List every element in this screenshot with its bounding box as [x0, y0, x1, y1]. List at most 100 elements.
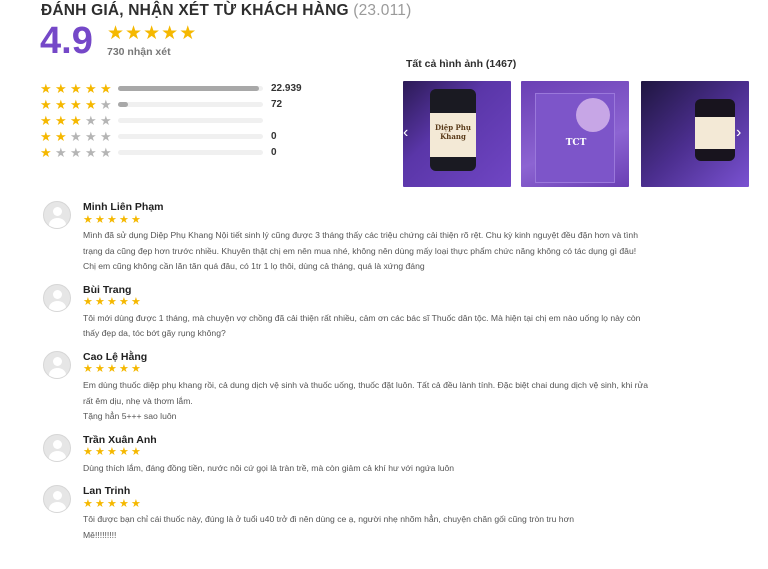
star-icon: ★: [95, 363, 105, 376]
star-icon: ★: [100, 96, 112, 112]
reviewer-name: Lan Trinh: [83, 485, 131, 498]
star-icon: ★: [55, 112, 67, 128]
reviewer-name: Trần Xuân Anh: [83, 433, 157, 446]
star-icon: ★: [70, 80, 82, 96]
review-stars: ★ ★ ★ ★ ★: [83, 297, 743, 309]
star-icon: ★: [131, 296, 141, 309]
avatar: [43, 485, 71, 514]
avatar: [43, 283, 71, 312]
star-icon: ★: [131, 446, 141, 459]
rating-bar-fill: [118, 101, 129, 107]
gallery-thumbnail[interactable]: Diệp Phụ Khang: [403, 81, 511, 187]
chevron-right-icon[interactable]: ›: [736, 125, 741, 141]
star-icon: ★: [119, 213, 129, 226]
rating-row-3[interactable]: ★ ★ ★ ★ ★: [40, 112, 320, 128]
star-icon: ★: [95, 296, 105, 309]
star-icon: ★: [85, 96, 97, 112]
review-text-line: Tôi mới dùng được 1 tháng, mà chuyện vợ …: [83, 312, 641, 323]
star-icon: ★: [70, 96, 82, 112]
product-box-text: TCT: [565, 138, 587, 148]
review-stars: ★ ★ ★ ★ ★: [83, 498, 743, 510]
reviews-heading-text: ĐÁNH GIÁ, NHẬN XÉT TỪ KHÁCH HÀNG: [41, 2, 349, 19]
star-icon: ★: [40, 80, 52, 96]
gallery-title[interactable]: Tất cả hình ảnh (1467): [406, 58, 516, 70]
star-icon: ★: [83, 296, 93, 309]
product-label: Diệp Phụ Khang: [430, 113, 476, 157]
review-text-line: Tặng hẳn 5+++ sao luôn: [83, 411, 177, 422]
avatar: [43, 433, 71, 462]
review-text: Tôi mới dùng được 1 tháng, mà chuyện vợ …: [83, 311, 743, 342]
star-icon: ★: [107, 446, 117, 459]
rating-row-5[interactable]: ★ ★ ★ ★ ★ 22.939: [40, 80, 320, 96]
star-icon: ★: [107, 23, 125, 44]
star-icon: ★: [40, 112, 52, 128]
star-icon: ★: [107, 213, 117, 226]
star-icon: ★: [119, 446, 129, 459]
reviews-heading: ĐÁNH GIÁ, NHẬN XÉT TỪ KHÁCH HÀNG (23.011…: [41, 2, 411, 20]
reviewer-name: Bùi Trang: [83, 283, 132, 296]
star-icon: ★: [55, 144, 67, 160]
star-icon: ★: [119, 296, 129, 309]
star-icon: ★: [85, 128, 97, 144]
star-icon: ★: [55, 128, 67, 144]
rating-row-count: 22.939: [271, 82, 302, 94]
star-icon: ★: [83, 363, 93, 376]
chevron-left-icon[interactable]: ‹: [403, 125, 408, 141]
star-icon: ★: [95, 213, 105, 226]
review-stars: ★ ★ ★ ★ ★: [83, 447, 743, 459]
star-icon: ★: [100, 144, 112, 160]
rating-bar: [118, 101, 263, 107]
reviewer-name: Cao Lệ Hằng: [83, 350, 148, 363]
rating-bar: [118, 149, 263, 155]
star-icon: ★: [131, 497, 141, 510]
review-text-line: rất êm dịu, nhẹ và thơm lắm.: [83, 395, 193, 406]
star-icon: ★: [100, 112, 112, 128]
rating-row-count: 72: [271, 98, 283, 110]
review-text: Dùng thích lắm, đáng đồng tiền, nước nôi…: [83, 461, 743, 477]
star-icon: ★: [119, 497, 129, 510]
product-label: [695, 117, 735, 149]
star-icon: ★: [119, 363, 129, 376]
reviewer-name: Minh Liên Phạm: [83, 201, 164, 213]
star-icon: ★: [40, 128, 52, 144]
rating-row-stars: ★ ★ ★ ★ ★: [40, 114, 118, 127]
review-count-label: 730 nhận xét: [107, 46, 171, 58]
star-icon: ★: [161, 23, 179, 44]
rating-row-stars: ★ ★ ★ ★ ★: [40, 146, 118, 159]
star-icon: ★: [125, 23, 143, 44]
rating-bar: [118, 85, 263, 91]
star-icon: ★: [70, 112, 82, 128]
star-icon: ★: [83, 446, 93, 459]
review-text: Tôi được bạn chỉ cái thuốc này, đúng là …: [83, 512, 743, 543]
star-icon: ★: [131, 213, 141, 226]
review-text-line: Mê!!!!!!!!!: [83, 529, 117, 540]
rating-row-4[interactable]: ★ ★ ★ ★ ★ 72: [40, 96, 320, 112]
product-label-text: Diệp Phụ Khang: [435, 123, 471, 141]
product-box-image: TCT: [535, 93, 615, 183]
rating-row-2[interactable]: ★ ★ ★ ★ ★ 0: [40, 128, 320, 144]
review-stars: ★ ★ ★ ★ ★: [83, 364, 743, 376]
star-icon: ★: [55, 80, 67, 96]
review-item: Lan Trinh ★ ★ ★ ★ ★ Tôi được bạn chỉ cái thuốc…: [43, 484, 743, 543]
star-icon: ★: [83, 213, 93, 226]
review-list: Minh Liên Phạm ★ ★ ★ ★ ★ Mình đã sử dụng Diệp …: [43, 200, 743, 544]
rating-row-1[interactable]: ★ ★ ★ ★ ★ 0: [40, 144, 320, 160]
review-text-line: Chị em cũng không cần lăn tăn quá đâu, c…: [83, 261, 425, 272]
star-icon: ★: [143, 23, 161, 44]
star-icon: ★: [107, 363, 117, 376]
star-icon: ★: [70, 128, 82, 144]
review-text: Mình đã sử dụng Diệp Phụ Khang Nội tiết …: [83, 228, 743, 275]
star-icon: ★: [107, 296, 117, 309]
rating-row-stars: ★ ★ ★ ★ ★: [40, 82, 118, 95]
gallery-thumbnail[interactable]: [641, 81, 749, 187]
star-icon: ★: [85, 144, 97, 160]
review-text-line: Mình đã sử dụng Diệp Phụ Khang Nội tiết …: [83, 230, 638, 240]
gallery-thumbnail[interactable]: TCT: [521, 81, 629, 187]
star-icon: ★: [40, 144, 52, 160]
star-icon: ★: [85, 80, 97, 96]
star-icon: ★: [85, 112, 97, 128]
review-text-line: trạng da cũng đẹp hơn trước nhiều. Khuyê…: [83, 245, 637, 256]
review-text: Em dùng thuốc diệp phụ khang rồi, cả dun…: [83, 378, 743, 425]
star-icon: ★: [131, 363, 141, 376]
review-item: Minh Liên Phạm ★ ★ ★ ★ ★ Mình đã sử dụng Diệp …: [43, 200, 743, 275]
